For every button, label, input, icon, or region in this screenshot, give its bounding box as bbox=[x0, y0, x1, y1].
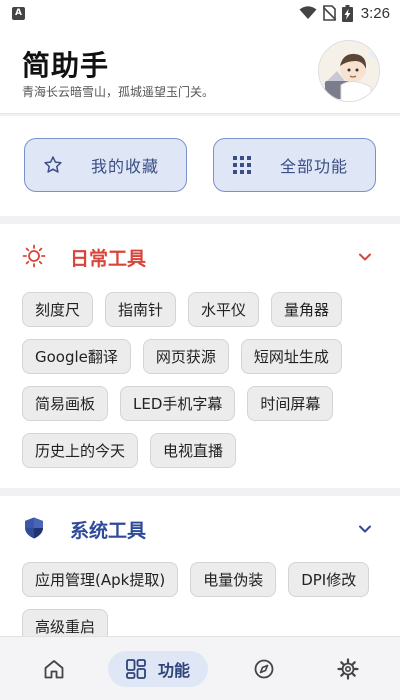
tool-chip-compass[interactable]: 指南针 bbox=[105, 292, 177, 327]
system-tools-header[interactable]: 系统工具 bbox=[0, 496, 400, 560]
tool-chip-dpi-modify[interactable]: DPI修改 bbox=[288, 562, 370, 597]
avatar[interactable] bbox=[318, 40, 380, 102]
tool-chip-today-in-history[interactable]: 历史上的今天 bbox=[22, 433, 139, 468]
favorites-label: 我的收藏 bbox=[91, 157, 160, 176]
app-notification-icon: A bbox=[12, 6, 25, 20]
daily-tools-section: 日常工具 刻度尺 指南针 水平仪 量角器 Google翻译 网页获源 短网址生成… bbox=[0, 224, 400, 488]
tool-chip-google-translate[interactable]: Google翻译 bbox=[22, 339, 131, 374]
nav-discover[interactable] bbox=[246, 651, 282, 687]
favorites-button[interactable]: 我的收藏 bbox=[24, 138, 187, 192]
tool-chip-protractor[interactable]: 量角器 bbox=[271, 292, 343, 327]
quick-actions: 我的收藏 全部功能 bbox=[0, 116, 400, 216]
tool-chip-ruler[interactable]: 刻度尺 bbox=[22, 292, 94, 327]
tool-chip-web-source[interactable]: 网页获源 bbox=[142, 339, 229, 374]
clock: 3:26 bbox=[360, 4, 390, 22]
tool-chip-led-subtitle[interactable]: LED手机字幕 bbox=[120, 386, 236, 421]
gear-icon bbox=[337, 658, 359, 680]
nav-functions-label: 功能 bbox=[157, 661, 190, 680]
battery-charging-icon bbox=[341, 4, 353, 22]
compass-icon bbox=[254, 659, 274, 679]
nav-settings[interactable] bbox=[330, 651, 366, 687]
app-header: 简助手 青海长云暗雪山，孤城遥望玉门关。 bbox=[0, 26, 400, 114]
status-bar: A 3:26 bbox=[0, 0, 400, 26]
system-tools-title: 系统工具 bbox=[70, 520, 147, 542]
app-subtitle: 青海长云暗雪山，孤城遥望玉门关。 bbox=[22, 85, 215, 99]
home-icon bbox=[44, 660, 64, 679]
tool-chip-drawing-board[interactable]: 简易画板 bbox=[22, 386, 109, 421]
shield-icon bbox=[22, 516, 46, 540]
chevron-down-icon[interactable] bbox=[356, 248, 374, 266]
chevron-down-icon[interactable] bbox=[356, 520, 374, 538]
tool-chip-level[interactable]: 水平仪 bbox=[188, 292, 260, 327]
nav-functions[interactable]: 功能 bbox=[108, 651, 208, 687]
system-tools-section: 系统工具 应用管理(Apk提取) 电量伪装 DPI修改 高级重启 bbox=[0, 496, 400, 636]
tool-chip-tv-live[interactable]: 电视直播 bbox=[150, 433, 237, 468]
app-title: 简助手 bbox=[22, 49, 110, 82]
grid-icon bbox=[230, 153, 254, 177]
tool-chip-short-url[interactable]: 短网址生成 bbox=[240, 339, 342, 374]
tool-chip-app-manager[interactable]: 应用管理(Apk提取) bbox=[22, 562, 179, 597]
wifi-icon bbox=[299, 6, 317, 19]
tool-chip-time-screen[interactable]: 时间屏幕 bbox=[247, 386, 334, 421]
tool-chip-advanced-reboot[interactable]: 高级重启 bbox=[22, 609, 109, 636]
star-icon bbox=[41, 153, 65, 177]
nav-home[interactable] bbox=[36, 651, 72, 687]
no-sim-icon bbox=[322, 5, 336, 21]
sun-icon bbox=[22, 244, 46, 268]
dashboard-icon bbox=[126, 659, 146, 679]
daily-tools-list: 刻度尺 指南针 水平仪 量角器 Google翻译 网页获源 短网址生成 简易画板… bbox=[22, 292, 382, 468]
daily-tools-header[interactable]: 日常工具 bbox=[0, 224, 400, 288]
system-tools-list: 应用管理(Apk提取) 电量伪装 DPI修改 高级重启 bbox=[22, 562, 382, 636]
tool-chip-battery-spoof[interactable]: 电量伪装 bbox=[190, 562, 277, 597]
all-functions-label: 全部功能 bbox=[280, 157, 349, 176]
all-functions-button[interactable]: 全部功能 bbox=[213, 138, 376, 192]
bottom-navigation: 功能 bbox=[0, 636, 400, 700]
daily-tools-title: 日常工具 bbox=[70, 248, 147, 270]
avatar-illustration bbox=[319, 41, 379, 101]
